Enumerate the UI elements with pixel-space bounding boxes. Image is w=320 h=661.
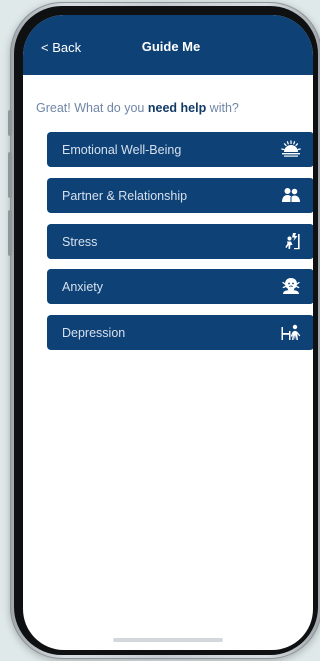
prompt-suffix: with? — [206, 101, 239, 115]
page-title: Guide Me — [141, 39, 201, 54]
couple-icon — [281, 186, 301, 204]
sunrise-icon — [281, 140, 301, 158]
option-emotional-well-being[interactable]: Emotional Well-Being — [47, 132, 313, 167]
option-partner-relationship[interactable]: Partner & Relationship — [47, 178, 313, 213]
anxious-head-icon — [281, 277, 301, 295]
help-prompt: Great! What do you need help with? — [36, 101, 239, 115]
phone-bezel: < Back Guide Me Great! What do you need … — [14, 6, 318, 655]
prompt-emphasis: need help — [147, 101, 207, 115]
stressed-person-icon — [281, 232, 301, 250]
app-header: < Back Guide Me — [23, 15, 313, 75]
option-depression[interactable]: Depression — [47, 315, 313, 350]
phone-screen: < Back Guide Me Great! What do you need … — [23, 15, 313, 650]
option-stress[interactable]: Stress — [47, 224, 313, 259]
option-label: Stress — [62, 234, 98, 249]
option-label: Emotional Well-Being — [62, 142, 182, 157]
option-label: Anxiety — [62, 279, 103, 294]
phone-frame: < Back Guide Me Great! What do you need … — [8, 2, 320, 659]
option-label: Depression — [62, 325, 126, 340]
prompt-prefix: Great! What do you — [36, 101, 148, 115]
volume-down-button — [8, 210, 12, 256]
person-in-bed-icon — [281, 323, 301, 341]
volume-up-button — [8, 152, 12, 198]
option-anxiety[interactable]: Anxiety — [47, 269, 313, 304]
home-indicator[interactable] — [113, 638, 223, 642]
action-button — [8, 110, 12, 136]
option-label: Partner & Relationship — [62, 188, 188, 203]
